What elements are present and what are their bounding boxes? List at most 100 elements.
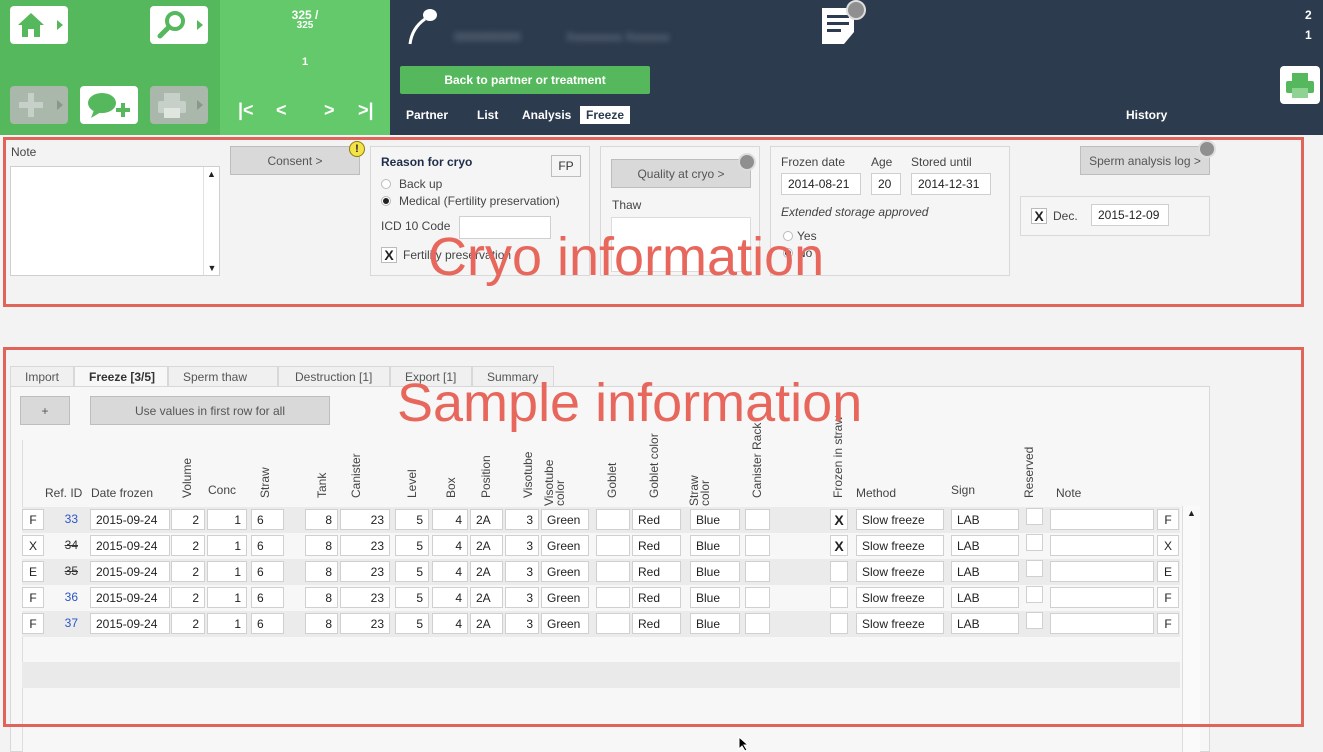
ref-id-link[interactable]: 33 <box>46 512 78 526</box>
cell-volume[interactable]: 2 <box>171 535 205 556</box>
cell-visotube[interactable]: 3 <box>505 509 539 530</box>
row-end-flag[interactable]: F <box>1157 613 1179 634</box>
row-status-flag[interactable]: E <box>22 561 44 582</box>
cell-position[interactable]: 2A <box>470 561 503 582</box>
cell-method[interactable]: Slow freeze <box>856 561 944 582</box>
row-end-flag[interactable]: F <box>1157 509 1179 530</box>
cell-sign[interactable]: LAB <box>951 509 1019 530</box>
cell-tank[interactable]: 8 <box>305 509 338 530</box>
cell-visotube-color[interactable]: Green <box>541 587 589 608</box>
cell-box[interactable]: 4 <box>432 535 468 556</box>
cell-method[interactable]: Slow freeze <box>856 587 944 608</box>
cell-tank[interactable]: 8 <box>305 561 338 582</box>
cell-date[interactable]: 2015-09-24 <box>90 535 170 556</box>
tab-partner[interactable]: Partner <box>400 106 454 124</box>
cell-position[interactable]: 2A <box>470 535 503 556</box>
print-green-button[interactable] <box>1280 66 1320 104</box>
cell-canister[interactable]: 23 <box>340 535 390 556</box>
cell-volume[interactable]: 2 <box>171 509 205 530</box>
cell-goblet[interactable] <box>596 587 630 608</box>
cell-note[interactable] <box>1050 535 1154 556</box>
frozen-in-straw-checkbox[interactable] <box>830 561 848 582</box>
cell-visotube-color[interactable]: Green <box>541 509 589 530</box>
ref-id-link[interactable]: 36 <box>46 590 78 604</box>
cell-box[interactable]: 4 <box>432 561 468 582</box>
cell-straw[interactable]: 6 <box>251 587 284 608</box>
cell-canister-rack[interactable] <box>745 509 770 530</box>
cell-tank[interactable]: 8 <box>305 535 338 556</box>
cell-level[interactable]: 5 <box>395 509 429 530</box>
print-button[interactable] <box>150 86 208 124</box>
cell-level[interactable]: 5 <box>395 587 429 608</box>
cell-position[interactable]: 2A <box>470 613 503 634</box>
row-status-flag[interactable]: F <box>22 509 44 530</box>
first-page-icon[interactable]: |< <box>238 100 254 121</box>
frozen-in-straw-checkbox[interactable] <box>830 587 848 608</box>
row-end-flag[interactable]: X <box>1157 535 1179 556</box>
cell-conc[interactable]: 1 <box>207 613 247 634</box>
next-page-icon[interactable]: > <box>324 100 335 121</box>
cell-sign[interactable]: LAB <box>951 535 1019 556</box>
frozen-in-straw-checkbox[interactable]: X <box>830 535 848 556</box>
search-button[interactable] <box>150 6 208 44</box>
cell-sign[interactable]: LAB <box>951 561 1019 582</box>
cell-conc[interactable]: 1 <box>207 561 247 582</box>
cell-box[interactable]: 4 <box>432 509 468 530</box>
row-end-flag[interactable]: F <box>1157 587 1179 608</box>
cell-box[interactable]: 4 <box>432 613 468 634</box>
cell-date[interactable]: 2015-09-24 <box>90 613 170 634</box>
cell-canister-rack[interactable] <box>745 613 770 634</box>
cell-visotube[interactable]: 3 <box>505 587 539 608</box>
cell-note[interactable] <box>1050 613 1154 634</box>
reserved-checkbox[interactable] <box>1026 612 1043 629</box>
cell-volume[interactable]: 2 <box>171 587 205 608</box>
cell-conc[interactable]: 1 <box>207 535 247 556</box>
row-end-flag[interactable]: E <box>1157 561 1179 582</box>
reserved-checkbox[interactable] <box>1026 560 1043 577</box>
cell-canister-rack[interactable] <box>745 535 770 556</box>
last-page-icon[interactable]: >| <box>358 100 374 121</box>
cell-canister-rack[interactable] <box>745 561 770 582</box>
cell-straw-color[interactable]: Blue <box>690 587 740 608</box>
cell-volume[interactable]: 2 <box>171 613 205 634</box>
cell-level[interactable]: 5 <box>395 535 429 556</box>
cell-position[interactable]: 2A <box>470 587 503 608</box>
tab-history[interactable]: History <box>1120 106 1173 124</box>
cell-tank[interactable]: 8 <box>305 587 338 608</box>
cell-date[interactable]: 2015-09-24 <box>90 561 170 582</box>
cell-goblet-color[interactable]: Red <box>632 535 681 556</box>
back-to-partner-button[interactable]: Back to partner or treatment <box>400 66 650 94</box>
cell-goblet[interactable] <box>596 561 630 582</box>
cell-canister[interactable]: 23 <box>340 587 390 608</box>
cell-conc[interactable]: 1 <box>207 587 247 608</box>
cell-goblet-color[interactable]: Red <box>632 561 681 582</box>
cell-note[interactable] <box>1050 561 1154 582</box>
cell-straw-color[interactable]: Blue <box>690 535 740 556</box>
cell-canister[interactable]: 23 <box>340 509 390 530</box>
cell-level[interactable]: 5 <box>395 561 429 582</box>
cell-level[interactable]: 5 <box>395 613 429 634</box>
prev-page-icon[interactable]: < <box>276 100 287 121</box>
cell-method[interactable]: Slow freeze <box>856 509 944 530</box>
cell-box[interactable]: 4 <box>432 587 468 608</box>
cell-date[interactable]: 2015-09-24 <box>90 509 170 530</box>
cell-visotube-color[interactable]: Green <box>541 613 589 634</box>
tab-freeze[interactable]: Freeze <box>580 106 631 124</box>
cell-straw[interactable]: 6 <box>251 509 284 530</box>
cell-goblet-color[interactable]: Red <box>632 613 681 634</box>
cell-canister-rack[interactable] <box>745 587 770 608</box>
row-status-flag[interactable]: F <box>22 613 44 634</box>
cell-visotube[interactable]: 3 <box>505 613 539 634</box>
cell-canister[interactable]: 23 <box>340 561 390 582</box>
cell-note[interactable] <box>1050 509 1154 530</box>
cell-goblet[interactable] <box>596 613 630 634</box>
add-comment-button[interactable] <box>80 86 138 124</box>
cell-goblet[interactable] <box>596 535 630 556</box>
cell-sign[interactable]: LAB <box>951 587 1019 608</box>
cell-conc[interactable]: 1 <box>207 509 247 530</box>
row-status-flag[interactable]: X <box>22 535 44 556</box>
reserved-checkbox[interactable] <box>1026 586 1043 603</box>
cell-goblet-color[interactable]: Red <box>632 587 681 608</box>
row-status-flag[interactable]: F <box>22 587 44 608</box>
frozen-in-straw-checkbox[interactable] <box>830 613 848 634</box>
